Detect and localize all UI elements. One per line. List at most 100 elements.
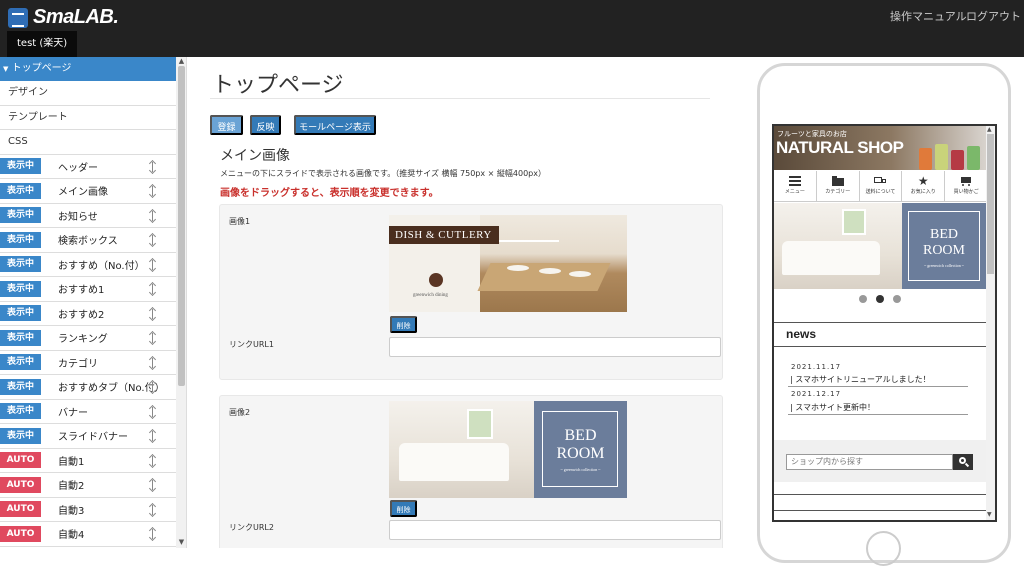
sidebar-module-row[interactable]: AUTO 自動2 xyxy=(0,473,176,498)
link-url-input-1[interactable] xyxy=(389,337,721,357)
drag-handle-icon[interactable] xyxy=(148,281,157,297)
status-badge[interactable]: 表示中 xyxy=(0,158,41,175)
search-button[interactable] xyxy=(953,454,973,470)
status-badge[interactable]: 表示中 xyxy=(0,207,41,224)
scroll-down-icon[interactable]: ▼ xyxy=(178,539,185,546)
drag-handle-icon[interactable] xyxy=(148,355,157,370)
sidebar-module-row[interactable]: 表示中 おすすめ（No.付） xyxy=(0,253,176,277)
sidebar-module-row[interactable]: AUTO 自動1 xyxy=(0,449,176,473)
nav-category[interactable]: カテゴリー xyxy=(817,171,860,201)
sidebar-module-row[interactable]: AUTO 自動3 xyxy=(0,498,176,522)
shop-tab[interactable]: test (楽天) xyxy=(7,31,78,57)
drag-handle-icon[interactable] xyxy=(148,208,157,223)
sidebar-item-css[interactable]: CSS xyxy=(0,130,176,155)
link-url-input-2[interactable] xyxy=(389,520,721,540)
mall-page-button[interactable]: モールページ表示 xyxy=(294,115,376,135)
phone-screen-preview[interactable]: フルーツと家具のお店 NATURAL SHOP メニュー カテゴリー 送料につい… xyxy=(772,124,997,522)
status-badge[interactable]: 表示中 xyxy=(0,305,41,322)
nav-menu[interactable]: メニュー xyxy=(774,171,817,201)
sidebar-module-row[interactable]: 表示中 バナー xyxy=(0,400,176,424)
sidebar-module-row[interactable]: 表示中 スライドバナー xyxy=(0,424,176,449)
drag-handle-icon[interactable] xyxy=(148,404,157,419)
status-badge[interactable]: 表示中 xyxy=(0,231,41,248)
status-badge[interactable]: 表示中 xyxy=(0,280,41,297)
sidebar-scrollbar[interactable]: ▲ ▼ xyxy=(176,57,186,548)
status-badge[interactable]: 表示中 xyxy=(0,182,41,199)
drag-handle-icon[interactable] xyxy=(148,526,157,542)
status-badge[interactable]: 表示中 xyxy=(0,378,41,395)
drag-handle-icon[interactable] xyxy=(148,183,157,199)
scrollbar-thumb[interactable] xyxy=(178,66,185,386)
page-title: トップページ xyxy=(212,73,344,98)
sidebar-module-row[interactable]: 表示中 メイン画像 xyxy=(0,179,176,204)
drag-handle-icon[interactable] xyxy=(148,257,157,272)
drag-handle-icon[interactable] xyxy=(148,477,157,493)
sidebar-module-row[interactable]: 表示中 おすすめ2 xyxy=(0,302,176,326)
banner-image-dish[interactable]: DISH & CUTLERY greenwich dining xyxy=(389,215,627,312)
status-badge[interactable]: AUTO xyxy=(0,501,41,518)
sidebar-item-template[interactable]: テンプレート xyxy=(0,106,176,130)
drag-handle-icon[interactable] xyxy=(148,428,157,444)
apply-button[interactable]: 反映 xyxy=(250,115,281,135)
shop-search-input[interactable]: ショップ内から探す xyxy=(786,454,953,470)
drag-handle-icon[interactable] xyxy=(148,379,157,395)
banner-image-bedroom[interactable]: BED ROOM ~ greenwich collection ~ xyxy=(389,401,627,498)
manual-link[interactable]: 操作マニュアル xyxy=(890,8,967,24)
status-badge[interactable]: 表示中 xyxy=(0,354,41,371)
status-badge[interactable]: 表示中 xyxy=(0,256,41,273)
search-box-section: ショップ内から探す xyxy=(774,440,987,482)
sidebar-module-row[interactable]: 表示中 カテゴリ xyxy=(0,351,176,375)
drag-handle-icon[interactable] xyxy=(148,330,157,346)
drag-handle-icon[interactable] xyxy=(148,502,157,517)
delete-button[interactable]: 削除 xyxy=(390,316,417,333)
news-heading: news xyxy=(786,327,817,341)
sidebar-module-row[interactable]: 表示中 ランキング xyxy=(0,326,176,351)
drag-handle-icon[interactable] xyxy=(148,453,157,468)
slide-dot[interactable] xyxy=(876,295,884,303)
news-item[interactable]: | スマホサイトリニューアルしました！ xyxy=(790,374,931,385)
scrollbar-thumb[interactable] xyxy=(987,134,994,274)
sidebar-module-row[interactable]: 表示中 おすすめ1 xyxy=(0,277,176,302)
module-label: スライドバナー xyxy=(58,432,128,444)
status-badge[interactable]: 表示中 xyxy=(0,403,41,420)
mobile-nav: メニュー カテゴリー 送料について ★ お気に入り 買い物かご xyxy=(774,171,987,202)
nav-favorites[interactable]: ★ お気に入り xyxy=(902,171,946,201)
scroll-up-icon[interactable]: ▲ xyxy=(178,58,185,65)
logo[interactable]: SmaLAB. xyxy=(8,6,119,29)
scroll-down-icon[interactable]: ▼ xyxy=(987,511,992,518)
folder-icon xyxy=(831,176,844,186)
sidebar-module-row[interactable]: 表示中 おすすめタブ（No.付） xyxy=(0,375,176,400)
divider xyxy=(774,510,987,511)
module-label: おすすめ1 xyxy=(58,285,105,297)
status-badge[interactable]: 表示中 xyxy=(0,427,41,444)
module-label: お知らせ xyxy=(58,211,98,223)
sidebar-item-top-page[interactable]: ▼ トップページ xyxy=(0,57,176,81)
preview-scrollbar[interactable]: ▲ ▼ xyxy=(986,126,995,520)
mobile-slide-banner[interactable]: BED ROOM ~ greenwich collection ~ xyxy=(774,203,987,289)
nav-cart[interactable]: 買い物かご xyxy=(945,171,987,201)
module-label: カテゴリ xyxy=(58,358,98,370)
status-badge[interactable]: AUTO xyxy=(0,476,41,493)
status-badge[interactable]: AUTO xyxy=(0,452,41,469)
drag-handle-icon[interactable] xyxy=(148,159,157,174)
status-badge[interactable]: AUTO xyxy=(0,525,41,542)
banner-title-1: BED xyxy=(564,427,597,444)
register-button[interactable]: 登録 xyxy=(210,115,243,135)
sidebar-module-row[interactable]: AUTO 自動4 xyxy=(0,522,176,547)
slide-subtitle: ~ greenwich collection ~ xyxy=(924,263,964,268)
status-badge[interactable]: 表示中 xyxy=(0,329,41,346)
news-item[interactable]: | スマホサイト更新中！ xyxy=(790,402,875,413)
drag-handle-icon[interactable] xyxy=(148,306,157,321)
slide-dot[interactable] xyxy=(859,295,867,303)
drag-handle-icon[interactable] xyxy=(148,232,157,248)
slide-dot[interactable] xyxy=(893,295,901,303)
sidebar-module-row[interactable]: 表示中 ヘッダー xyxy=(0,155,176,179)
logout-link[interactable]: ログアウト xyxy=(966,8,1021,24)
divider xyxy=(210,98,710,99)
sidebar-module-row[interactable]: 表示中 検索ボックス xyxy=(0,228,176,253)
nav-shipping[interactable]: 送料について xyxy=(860,171,903,201)
sidebar-module-row[interactable]: 表示中 お知らせ xyxy=(0,204,176,228)
delete-button[interactable]: 削除 xyxy=(390,500,417,517)
sidebar-item-design[interactable]: デザイン xyxy=(0,81,176,106)
scroll-up-icon[interactable]: ▲ xyxy=(987,126,992,133)
